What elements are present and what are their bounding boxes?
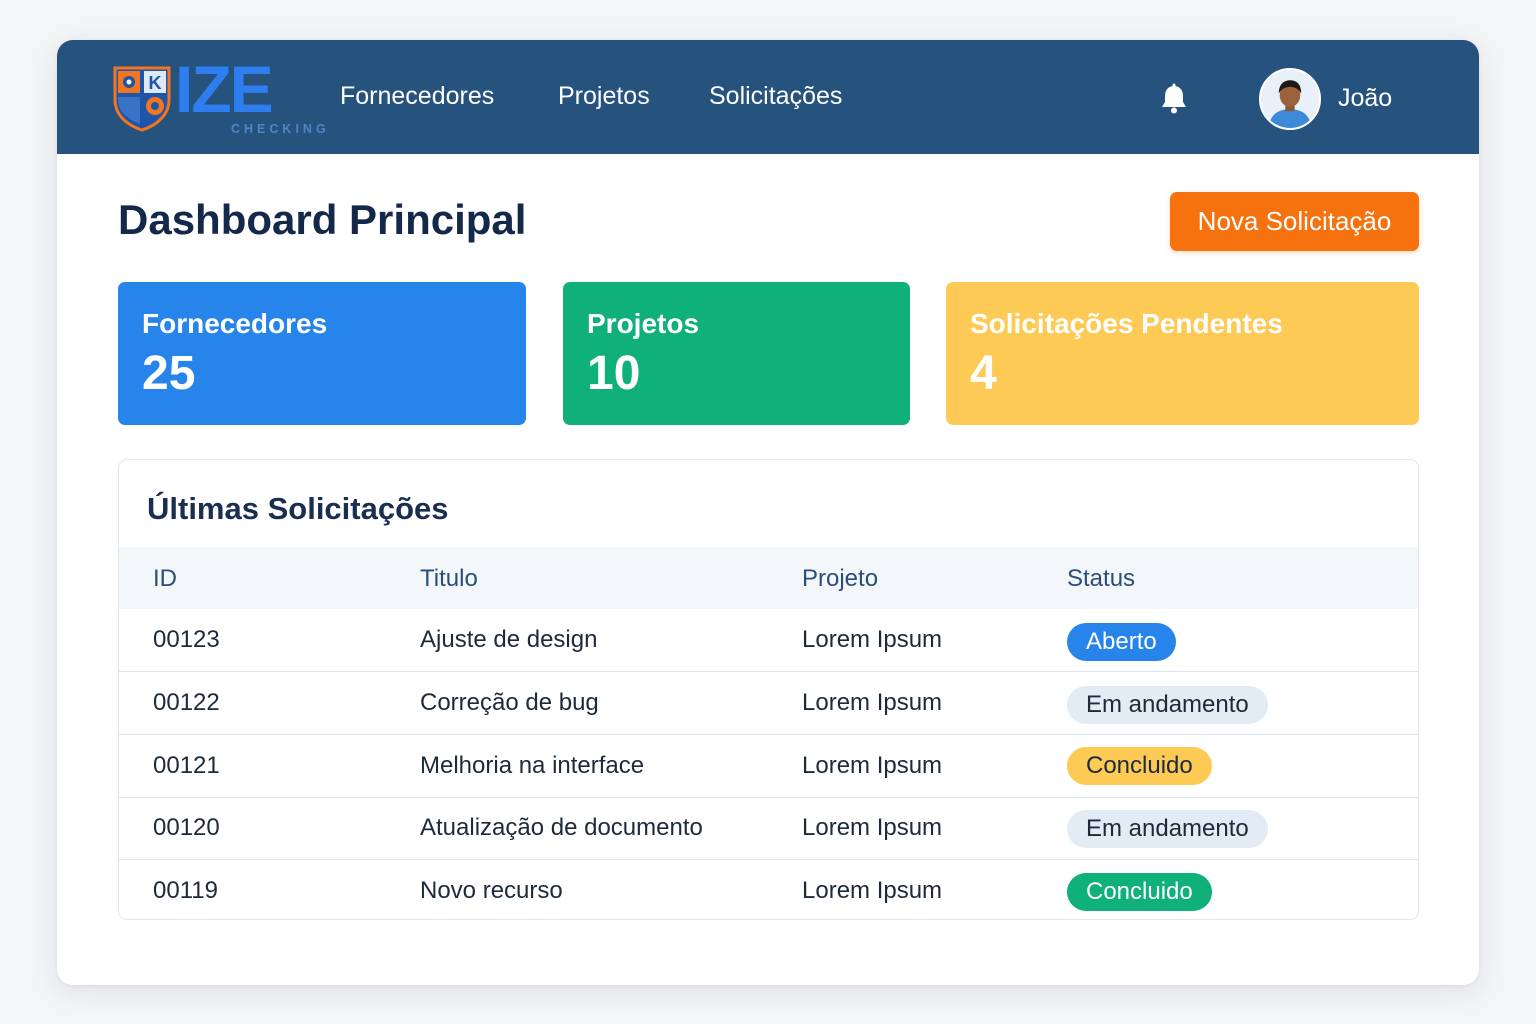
cell-title: Ajuste de design xyxy=(420,626,598,653)
user-name[interactable]: João xyxy=(1338,82,1392,114)
recent-requests-panel: Últimas Solicitações ID Titulo Projeto S… xyxy=(118,459,1419,920)
stat-card-projetos[interactable]: Projetos 10 xyxy=(563,282,910,425)
status-badge: Concluido xyxy=(1067,873,1212,911)
status-badge: Aberto xyxy=(1067,623,1176,661)
brand-tagline: CHECKING xyxy=(231,122,330,136)
brand-logo[interactable]: K IZE CHECKING xyxy=(113,56,326,136)
table-row[interactable]: 00119 Novo recurso Lorem Ipsum Concluido xyxy=(119,860,1418,919)
cell-id: 00119 xyxy=(153,877,218,904)
status-badge: Em andamento xyxy=(1067,810,1268,848)
table-row[interactable]: 00121 Melhoria na interface Lorem Ipsum … xyxy=(119,735,1418,798)
cell-id: 00123 xyxy=(153,626,220,653)
shield-icon: K xyxy=(113,66,171,132)
cell-project: Lorem Ipsum xyxy=(802,877,943,904)
table-row[interactable]: 00120 Atualização de documento Lorem Ips… xyxy=(119,797,1418,860)
column-header-projeto[interactable]: Projeto xyxy=(802,564,878,594)
table-row[interactable]: 00123 Ajuste de design Lorem Ipsum Abert… xyxy=(119,609,1418,672)
cell-id: 00120 xyxy=(153,814,220,841)
stat-label: Solicitações Pendentes xyxy=(970,308,1283,339)
cell-project: Lorem Ipsum xyxy=(802,689,943,716)
cell-id: 00122 xyxy=(153,689,220,716)
svg-text:K: K xyxy=(149,73,162,93)
page-title: Dashboard Principal xyxy=(118,196,527,243)
bell-icon[interactable] xyxy=(1157,82,1191,116)
stat-card-fornecedores[interactable]: Fornecedores 25 xyxy=(118,282,526,425)
table-row[interactable]: 00122 Correção de bug Lorem Ipsum Em and… xyxy=(119,672,1418,735)
table-header: ID Titulo Projeto Status xyxy=(119,547,1418,609)
nav-projetos[interactable]: Projetos xyxy=(558,80,650,112)
column-header-status[interactable]: Status xyxy=(1067,564,1135,594)
stat-label: Fornecedores xyxy=(142,308,328,339)
stat-value: 4 xyxy=(970,347,997,400)
cell-project: Lorem Ipsum xyxy=(802,752,943,779)
status-badge: Em andamento xyxy=(1067,686,1268,724)
stat-value: 10 xyxy=(587,347,641,400)
panel-title: Últimas Solicitações xyxy=(147,491,449,526)
new-request-button[interactable]: Nova Solicitação xyxy=(1170,192,1419,251)
top-navbar: K IZE CHECKING Fornecedores Projetos Sol… xyxy=(57,40,1479,154)
stat-card-solicitacoes-pendentes[interactable]: Solicitações Pendentes 4 xyxy=(946,282,1419,425)
cell-id: 00121 xyxy=(153,752,220,779)
avatar[interactable] xyxy=(1259,68,1321,130)
cell-title: Atualização de documento xyxy=(420,814,703,841)
nav-fornecedores[interactable]: Fornecedores xyxy=(340,80,494,112)
status-badge: Concluido xyxy=(1067,747,1212,785)
stat-value: 25 xyxy=(142,347,196,400)
stat-label: Projetos xyxy=(587,308,700,339)
nav-solicitacoes[interactable]: Solicitações xyxy=(709,80,842,112)
cell-title: Melhoria na interface xyxy=(420,752,645,779)
cell-project: Lorem Ipsum xyxy=(802,814,943,841)
brand-name: IZE xyxy=(175,52,274,126)
cell-project: Lorem Ipsum xyxy=(802,626,943,653)
user-avatar-icon xyxy=(1261,70,1319,128)
cell-title: Correção de bug xyxy=(420,689,599,716)
cell-title: Novo recurso xyxy=(420,877,563,904)
app-window: K IZE CHECKING Fornecedores Projetos Sol… xyxy=(57,40,1479,985)
column-header-id[interactable]: ID xyxy=(153,564,177,594)
column-header-titulo[interactable]: Titulo xyxy=(420,564,478,594)
